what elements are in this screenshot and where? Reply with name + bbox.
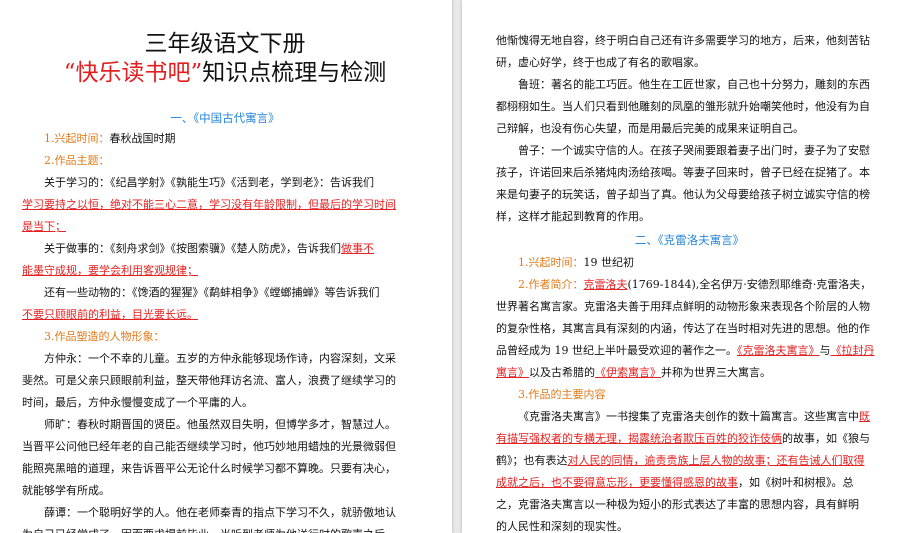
text-luban-line: 鲁班：著名的能工巧匠。他生在工匠世家，自己也十分努力，雕刻的东西 <box>518 78 870 91</box>
text-shikuang-line: 就能够学有所成。 <box>22 484 110 497</box>
text-work-plain: 关于做事的：《刻舟求剑》《按图索骥》《楚人防虎》，告诉我们 <box>44 242 341 255</box>
book-title-lafontaine: 《拉封丹 <box>830 344 875 357</box>
doc-title-line1: 三年级语文下册 <box>144 31 306 57</box>
text-plain: 鹤》；也有表达 <box>496 454 568 467</box>
paragraph-rise-time: 1.兴起时间：春秋战国时期 <box>22 128 428 150</box>
section-heading-1: 一、《中国古代寓言》 <box>170 111 280 125</box>
text-work-line: 关于做事的：《刻舟求剑》《按图索骥》《楚人防虎》，告诉我们做事不 <box>22 238 428 260</box>
text-red: 既 <box>859 410 870 423</box>
author-dates: (1769-1844),全名伊万·安德烈耶维奇·克雷洛夫， <box>627 278 872 291</box>
text-rise-time-2: 19 世纪初 <box>583 256 635 269</box>
label-rise-time-2: 1.兴起时间： <box>518 256 584 269</box>
text-zengzi-line: 孩子，许诺回来后杀猪炖肉汤给孩喝。等妻子回来时，曾子已经在捉猪了。本 <box>496 166 870 179</box>
label-main-content: 3.作品的主要内容 <box>518 388 606 401</box>
text-study-line: 关于学习的：《纪昌学射》《孰能生巧》《活到老，学到老》：告诉我们 <box>44 176 374 189</box>
text-fangzhongyong-line: 时间，最后，方仲永慢慢变成了一个平庸的人。 <box>22 396 253 409</box>
text-plain: 并称为世界三大寓言。 <box>661 366 771 379</box>
text-xuetan-line: 薛谭：一个聪明好学的人。他在老师秦青的指点下学习不久，就骄傲地认 <box>44 506 396 519</box>
section-heading-2: 二、《克雷洛夫寓言》 <box>634 233 745 247</box>
title-quote-open: “ <box>63 60 76 86</box>
text-xuetan-cont: 研，虚心好学，终于也成了有名的歌唱家。 <box>496 56 705 69</box>
text-red: 有描写强权者的专横无理，揭露统治者欺压百姓的狡诈伎俩 <box>496 432 782 445</box>
text-plain: 以及古希腊的 <box>529 366 595 379</box>
text-content-line: 之，克雷洛夫寓言以一种极为短小的形式表达了丰富的思想内容，具有鲜明 <box>496 498 859 511</box>
text-author-line: 寓言》以及古希腊的《伊索寓言》并称为世界三大寓言。 <box>496 362 883 384</box>
text-plain: 的故事，如《狼与 <box>782 432 870 445</box>
text-zengzi-line: 曾子：一个诚实守信的人。在孩子哭闹要跟着妻子出门时，妻子为了安慰 <box>518 144 870 157</box>
label-theme: 2.作品主题： <box>44 154 110 167</box>
text-content-line: 成就之后，也不要得意忘形，更要懂得感恩的故事，如《树叶和树根》。总 <box>496 472 883 494</box>
label-rise-time: 1.兴起时间： <box>44 132 110 145</box>
title-highlight: 快乐读书吧 <box>75 60 191 86</box>
text-xuetan-cont: 他惭愧得无地自容，终于明白自己还有许多需要学习的地方，后来，他刻苦钻 <box>496 34 870 47</box>
text-rise-time: 春秋战国时期 <box>109 132 176 145</box>
book-title-krylov: 《克雷洛夫寓言》 <box>737 344 820 357</box>
page-right-content: 他惭愧得无地自容，终于明白自己还有许多需要学习的地方，后来，他刻苦钻 研，虚心好… <box>496 30 883 533</box>
text-author-line: 品曾经成为 19 世纪上半叶最受欢迎的著作之一。《克雷洛夫寓言》与《拉封丹 <box>496 340 883 362</box>
title-rest: 知识点梳理与检测 <box>202 60 387 86</box>
paragraph-rise-time-2: 1.兴起时间：19 世纪初 <box>496 252 883 274</box>
author-name: 克雷洛夫 <box>583 278 628 291</box>
book-title-aesop: 《伊索寓言》 <box>595 366 661 379</box>
text-work-line: 能墨守成规，要学会利用客观规律； <box>22 264 198 277</box>
text-plain: 《克雷洛夫寓言》一书搜集了克雷洛夫创作的数十篇寓言。这些寓言中 <box>518 410 859 423</box>
title-quote-close: ” <box>190 60 203 86</box>
text-red: 对人民的同情，逾责贵族上层人物的故事；还有告诫人们取得 <box>567 454 865 467</box>
text-shikuang-line: 师旷：春秋时期晋国的贤臣。他虽然双目失明，但博学多才，智慧过人。 <box>44 418 396 431</box>
text-luban-line: 都栩栩如生。当人们只看到他雕刻的凤凰的雏形就升始嘲笑他时，他没有为自 <box>496 100 870 113</box>
text-author-line: 的复杂性格，其寓言具有深刻的内涵，传达了在当时相对先进的思想。他的作 <box>496 322 870 335</box>
text-animal-line: 还有一些动物的：《馋酒的猩猩》《鹬蚌相争》《螳螂捕蝉》等告诉我们 <box>44 286 380 299</box>
doc-title-line2: “快乐读书吧”知识点梳理与检测 <box>22 58 428 88</box>
text-study-line: 是当下； <box>22 220 66 233</box>
text-work-red: 做事不 <box>341 242 374 255</box>
text-content-line: 的人民性和深刻的现实性。 <box>496 520 628 533</box>
label-characters: 3.作品塑造的人物形象： <box>44 330 165 343</box>
text-fangzhongyong-line: 斐然。可是父亲只顾眼前利益，整天带他拜访名流、富人，浪费了继续学习的 <box>22 374 396 387</box>
text-plain: 品曾经成为 19 世纪上半叶最受欢迎的著作之一。 <box>496 344 737 357</box>
text-content-line: 有描写强权者的专横无理，揭露统治者欺压百姓的狡诈伎俩的故事，如《狼与 <box>496 428 883 450</box>
document-page-left: 三年级语文下册 “快乐读书吧”知识点梳理与检测 一、《中国古代寓言》 1.兴起时… <box>0 0 452 533</box>
text-shikuang-line: 当晋平公问他已经年老的自己能否继续学习时，他巧妙地用蜡烛的光景微弱但 <box>22 440 396 453</box>
paragraph-author: 2.作者简介：克雷洛夫(1769-1844),全名伊万·安德烈耶维奇·克雷洛夫， <box>496 274 883 296</box>
page-left-content: 三年级语文下册 “快乐读书吧”知识点梳理与检测 一、《中国古代寓言》 1.兴起时… <box>22 22 428 533</box>
text-plain: ，如《树叶和树根》。总 <box>738 476 854 489</box>
text-plain: 与 <box>819 344 831 357</box>
text-zengzi-line: 样，这样才能起到教育的作用。 <box>496 210 650 223</box>
book-title-lafontaine-cont: 寓言》 <box>496 366 529 379</box>
label-author: 2.作者简介： <box>518 278 584 291</box>
text-xuetan-line: 为自己已经学成了，因而要求提前毕业。当听到老师为他送行时的歌声之后， <box>22 524 428 533</box>
text-luban-line: 己辩解，也没有伤心失望，而是用最后完美的成果来证明自己。 <box>496 122 804 135</box>
text-zengzi-line: 来是句妻子的玩笑话，曾子却当了真。他认为父母要给孩子树立诚实守信的榜 <box>496 188 870 201</box>
document-page-right: 他惭愧得无地自容，终于明白自己还有许多需要学习的地方，后来，他刻苦钻 研，虚心好… <box>462 0 919 533</box>
text-content-line: 鹤》；也有表达对人民的同情，逾责贵族上层人物的故事；还有告诫人们取得 <box>496 450 883 472</box>
text-author-line: 世界著名寓言家。克雷洛夫善于用拜点鲜明的动物形象来表现各个阶层的人物 <box>496 300 870 313</box>
text-content-line: 《克雷洛夫寓言》一书搜集了克雷洛夫创作的数十篇寓言。这些寓言中既 <box>496 406 883 428</box>
text-fangzhongyong-line: 方仲永：一个不幸的儿童。五岁的方仲永能够现场作诗，内容深刻，文采 <box>44 352 396 365</box>
text-animal-line: 不要只顾眼前的利益，目光要长远。 <box>22 308 198 321</box>
text-study-line: 学习要持之以恒，绝对不能三心二意，学习没有年龄限制，但最后的学习时间 <box>22 198 396 211</box>
text-red: 成就之后，也不要得意忘形，更要懂得感恩的故事 <box>496 476 738 489</box>
text-shikuang-line: 能照亮黑暗的道理，来告诉晋平公无论什么时候学习都不算晚。只要有决心， <box>22 462 396 475</box>
